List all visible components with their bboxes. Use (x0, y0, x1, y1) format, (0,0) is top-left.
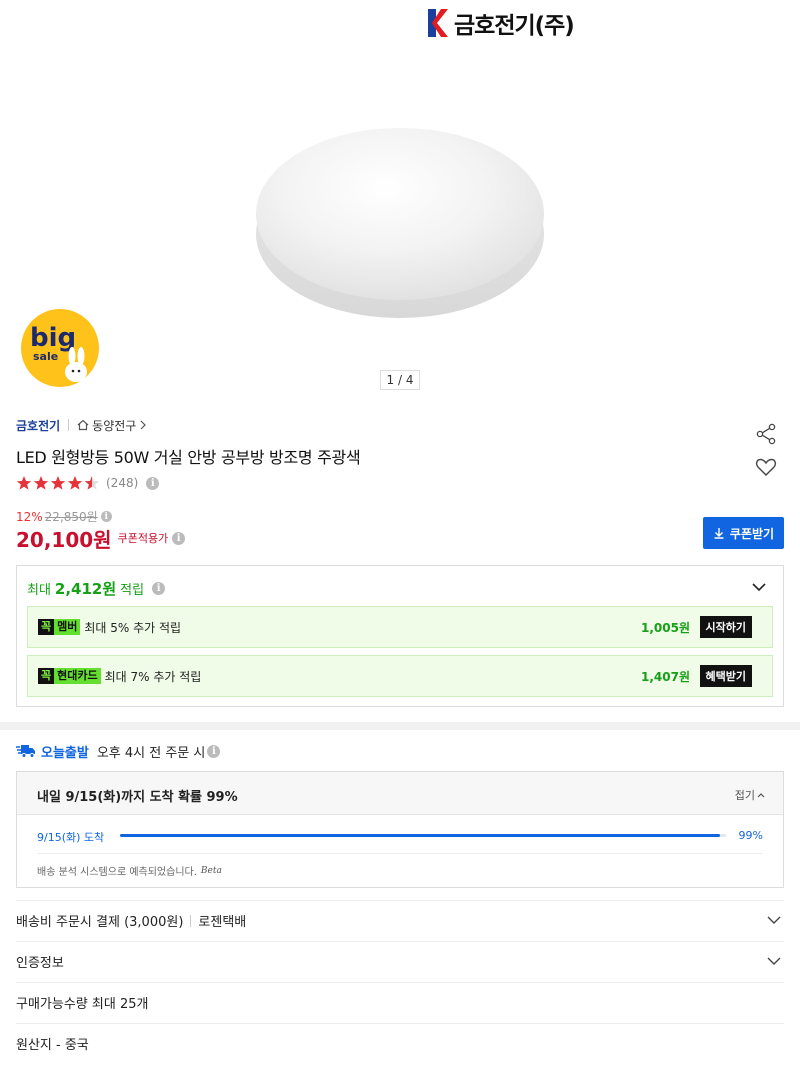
courier: 로젠택배 (198, 915, 247, 930)
heart-icon (755, 458, 777, 476)
today-dispatch-row: 오늘출발 오후 4시 전 주문 시 i (16, 741, 221, 761)
delivery-probability-bar (120, 834, 726, 837)
share-icon (756, 423, 776, 445)
coupon-applied-label: 쿠폰적용가 (117, 532, 169, 545)
reward-head-prefix: 최대 (27, 583, 51, 598)
reward-description: 최대 7% 추가 적립 (104, 669, 202, 684)
info-icon[interactable]: i (207, 744, 221, 758)
collapse-button[interactable]: 접기 (735, 787, 765, 803)
truck-icon (16, 745, 35, 758)
discount-row: 12% 22,850원 i (16, 508, 112, 525)
certification-label: 인증정보 (16, 956, 64, 971)
get-benefit-button[interactable]: 혜택받기 (699, 665, 752, 687)
today-dispatch-label: 오늘출발 (41, 745, 89, 761)
reward-amount: 1,005원 (641, 620, 690, 635)
card-badge: 꼭 현대카드 (38, 668, 101, 684)
certification-row[interactable]: 인증정보 (16, 941, 784, 981)
star-full-icon (67, 476, 83, 490)
delivery-prediction-panel: 내일 9/15(화)까지 도착 확률 99% 접기 9/15(화) 도착 99%… (16, 771, 784, 888)
reward-head-amount: 2,412원 (54, 580, 117, 598)
today-dispatch-text: 오후 4시 전 주문 시 (96, 745, 206, 761)
collapse-label: 접기 (734, 789, 755, 802)
gallery-counter: 1 / 4 (380, 370, 420, 390)
review-count[interactable]: (248) (106, 476, 138, 490)
category-label: 동양전구 (92, 418, 137, 433)
price-row: 20,100원 쿠폰적용가 i (16, 526, 186, 552)
info-icon[interactable]: i (146, 476, 160, 490)
coupon-button-label: 쿠폰받기 (729, 526, 775, 541)
product-title: LED 원형방등 50W 거실 안방 공부방 방조명 주광색 (16, 448, 361, 467)
reward-panel: 최대 2,412원 적립 i 꼭 멤버 최대 5% 추가 적립 1,005원 시작… (16, 565, 784, 707)
chevron-down-icon (767, 957, 781, 965)
badge-prefix: 꼭 (38, 668, 55, 684)
star-full-icon (50, 476, 66, 490)
delivery-probability-fill (120, 834, 720, 837)
row-divider (190, 914, 192, 927)
chevron-down-icon[interactable] (751, 581, 767, 593)
badge-label: 멤버 (54, 619, 81, 635)
membership-badge: 꼭 멤버 (38, 619, 81, 635)
delivery-divider (37, 853, 763, 854)
reward-amount: 1,407원 (641, 669, 690, 684)
coupon-download-button[interactable]: 쿠폰받기 (703, 517, 784, 549)
max-quantity: 구매가능수량 최대 25개 (16, 997, 149, 1012)
rating[interactable]: (248) i (16, 474, 160, 492)
discount-rate: 12% (16, 509, 43, 524)
badge-prefix: 꼭 (38, 619, 55, 635)
star-rating (16, 475, 100, 491)
origin-row: 원산지 - 중국 (16, 1023, 784, 1063)
reward-summary[interactable]: 최대 2,412원 적립 i (27, 578, 166, 599)
beta-label: Beta (200, 865, 222, 876)
star-half-icon (84, 476, 100, 490)
product-image[interactable] (254, 126, 546, 326)
category-link[interactable]: 동양전구 (77, 417, 147, 434)
breadcrumb: 금호전기 동양전구 (16, 416, 147, 434)
home-icon (77, 419, 89, 431)
reward-head-suffix: 적립 (120, 583, 145, 598)
brand-link[interactable]: 금호전기 (16, 417, 60, 434)
delivery-note-text: 배송 분석 시스템으로 예측되었습니다. (37, 867, 197, 878)
star-full-icon (33, 476, 49, 490)
info-icon[interactable]: i (172, 531, 186, 545)
delivery-date: 9/15(화) 도착 (37, 831, 105, 844)
brand-logo-icon (426, 9, 450, 37)
reward-description: 최대 5% 추가 적립 (84, 620, 182, 635)
download-icon (714, 528, 724, 539)
chevron-right-icon (140, 420, 147, 430)
share-button[interactable] (754, 422, 778, 446)
brand-logo-text: 금호전기(주) (454, 13, 575, 39)
origin: 원산지 - 중국 (16, 1038, 89, 1053)
delivery-note: 배송 분석 시스템으로 예측되었습니다. Beta (37, 863, 222, 879)
delivery-prediction-header: 내일 9/15(화)까지 도착 확률 99% 접기 (17, 772, 783, 815)
shipping-fee: 배송비 주문시 결제 (3,000원) (16, 915, 184, 930)
star-full-icon (16, 476, 32, 490)
info-icon[interactable]: i (100, 511, 112, 522)
shipping-fee-row[interactable]: 배송비 주문시 결제 (3,000원) 로젠택배 (16, 900, 784, 940)
brand-logo: 금호전기(주) (426, 6, 575, 40)
badge-label: 현대카드 (54, 668, 101, 684)
chevron-up-icon (757, 793, 765, 798)
info-icon[interactable]: i (152, 582, 166, 595)
svg-text:sale: sale (33, 350, 58, 363)
svg-text:big: big (30, 323, 76, 353)
big-sale-badge: big sale (20, 308, 100, 388)
reward-row-card: 꼭 현대카드 최대 7% 추가 적립 1,407원 혜택받기 (27, 655, 773, 697)
delivery-prediction-title: 내일 9/15(화)까지 도착 확률 99% (37, 790, 238, 805)
product-gallery[interactable]: 금호전기(주) big sale 1 / 4 (0, 0, 800, 400)
reward-row-member: 꼭 멤버 최대 5% 추가 적립 1,005원 시작하기 (27, 606, 773, 648)
chevron-down-icon (767, 916, 781, 924)
section-divider (0, 722, 800, 730)
original-price: 22,850원 (44, 510, 98, 524)
start-membership-button[interactable]: 시작하기 (699, 616, 752, 638)
max-quantity-row: 구매가능수량 최대 25개 (16, 982, 784, 1022)
sale-price: 20,100원 (16, 527, 112, 552)
delivery-probability: 99% (738, 829, 763, 842)
breadcrumb-divider (68, 419, 70, 431)
wishlist-button[interactable] (754, 455, 778, 479)
